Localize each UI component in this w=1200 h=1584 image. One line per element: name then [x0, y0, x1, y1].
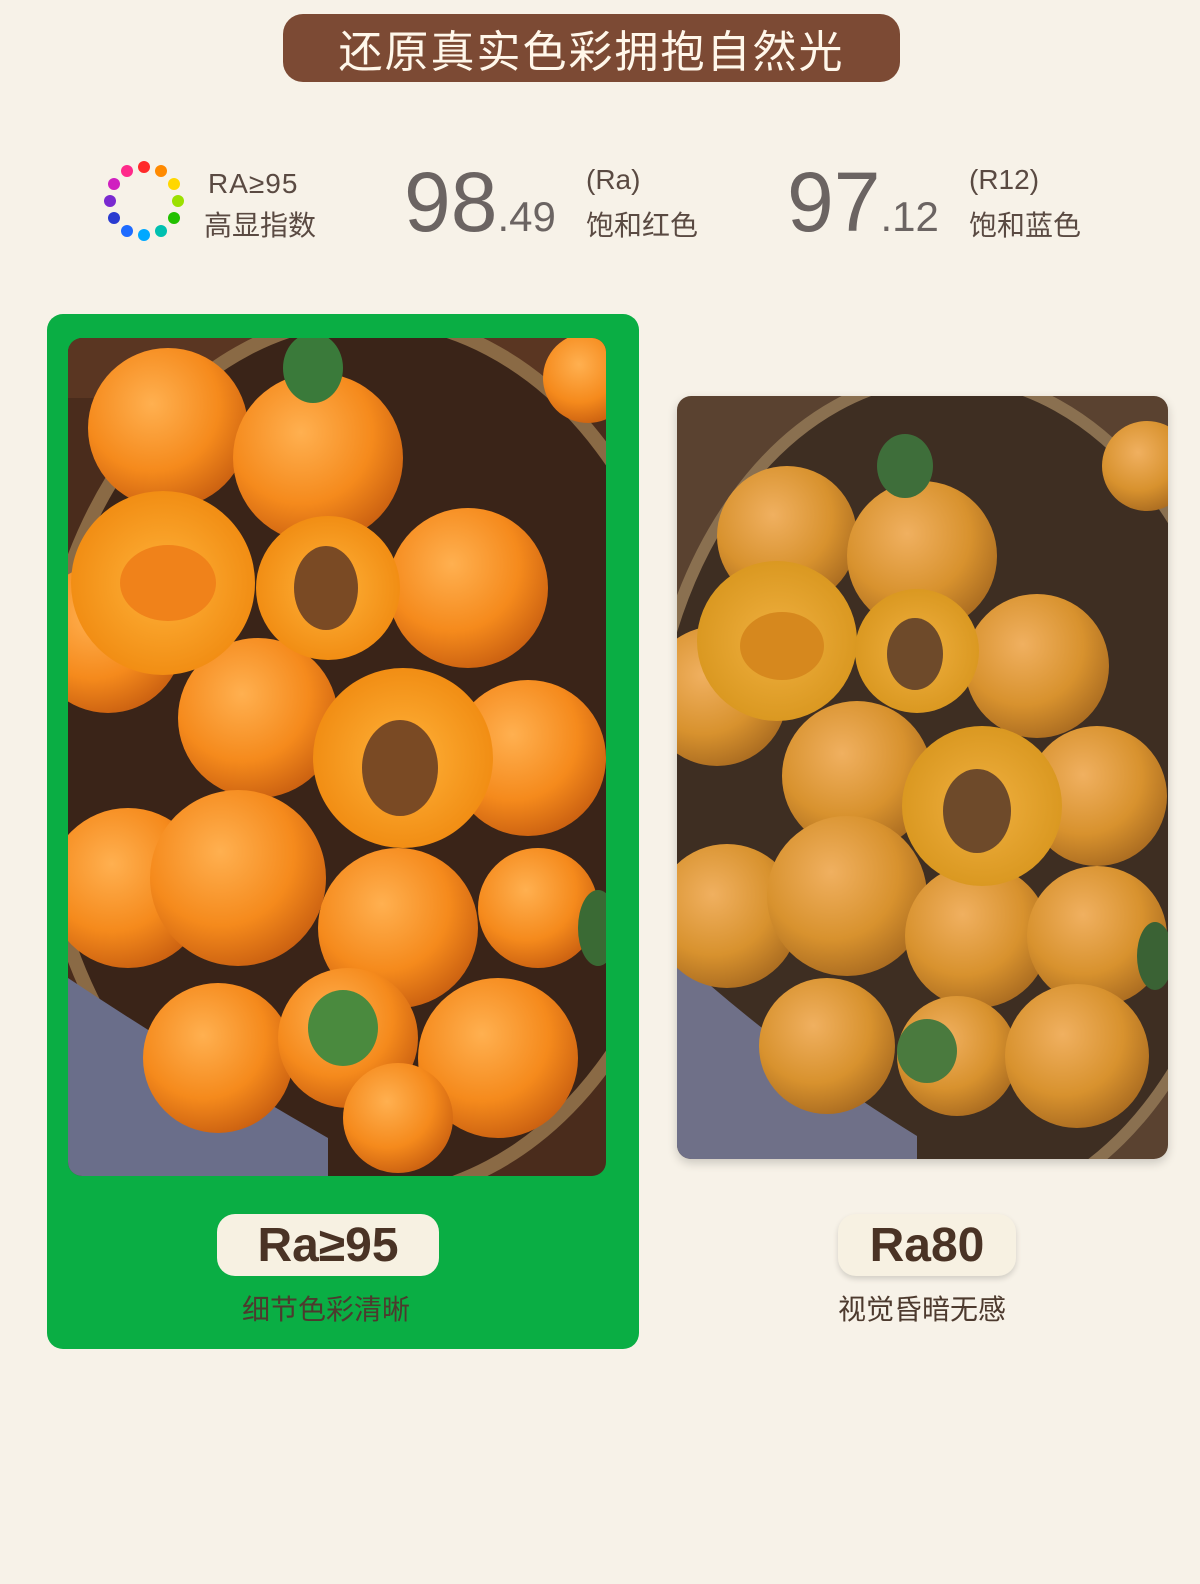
- page-title-banner: 还原真实色彩拥抱自然光: [283, 14, 900, 82]
- stats-row: RA≥95 高显指数 98.49 (Ra) 饱和红色 97.12 (R12) 饱…: [0, 140, 1200, 270]
- stat-blue-caption: 饱和蓝色: [969, 209, 1082, 242]
- stat-red-unit: (Ra): [586, 164, 641, 195]
- stat-red-int: 98: [404, 155, 498, 249]
- stat-blue-dec: .12: [880, 193, 939, 240]
- ra-caption: 高显指数: [204, 209, 317, 242]
- stat-red-dec: .49: [497, 193, 556, 240]
- ra-label: RA≥95: [208, 168, 299, 199]
- color-ring-icon: [104, 161, 184, 241]
- photo-dull: [677, 396, 1168, 1159]
- badge-ra80: Ra80: [838, 1214, 1016, 1276]
- stat-blue-int: 97: [787, 155, 881, 249]
- page-title: 还原真实色彩拥抱自然光: [338, 27, 845, 78]
- stat-red: 98.49: [404, 160, 556, 244]
- stat-red-caption: 饱和红色: [586, 209, 699, 242]
- stat-blue-unit: (R12): [969, 164, 1040, 195]
- caption-vivid: 细节色彩清晰: [242, 1293, 411, 1326]
- photo-vivid: [68, 338, 606, 1176]
- stat-blue: 97.12: [787, 160, 939, 244]
- caption-dull: 视觉昏暗无感: [838, 1293, 1007, 1326]
- badge-ra95: Ra≥95: [217, 1214, 439, 1276]
